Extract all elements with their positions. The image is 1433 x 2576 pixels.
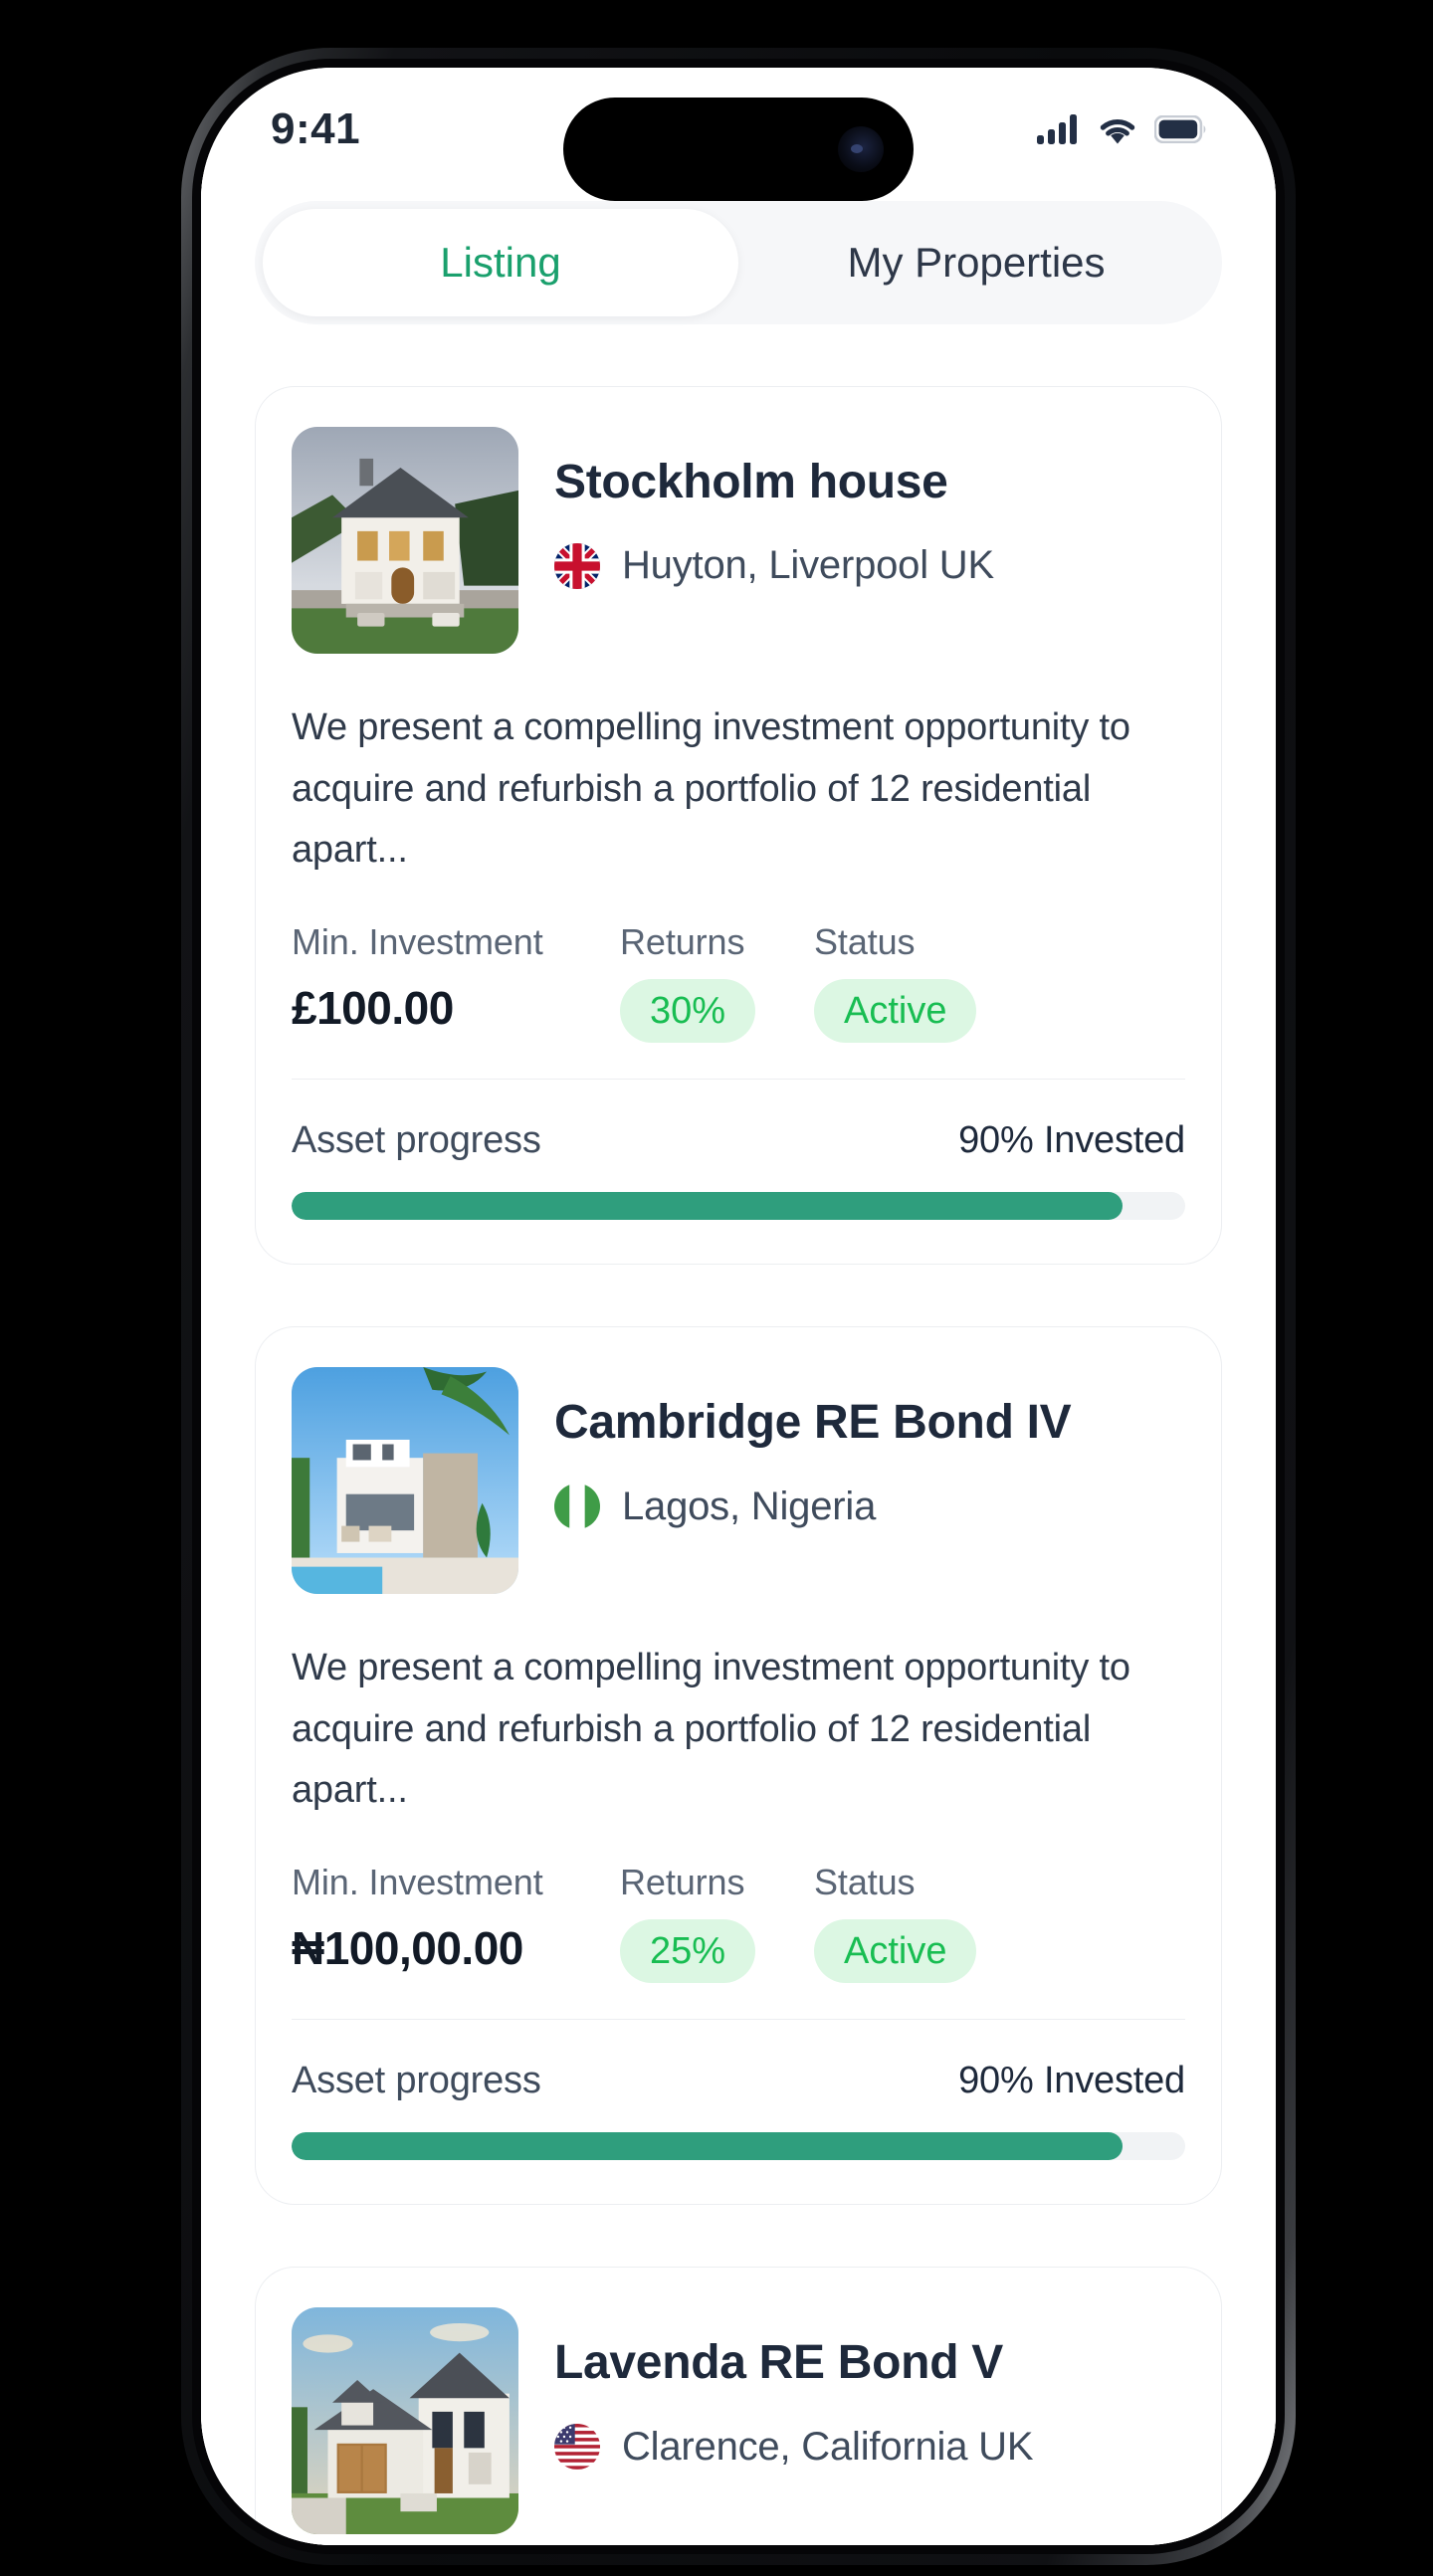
asset-progress-header: Asset progress 90% Invested — [292, 2060, 1185, 2102]
stat-status-label: Status — [814, 1861, 916, 1902]
battery-icon — [1154, 115, 1208, 143]
property-title: Stockholm house — [554, 456, 948, 508]
asset-progress-value: 90% Invested — [958, 1119, 1185, 1162]
property-location: Huyton, Liverpool UK — [554, 542, 1185, 589]
asset-progress-label: Asset progress — [292, 2060, 541, 2102]
property-stats: Min. Investment £100.00 Returns 30% Stat… — [292, 921, 1185, 1043]
phone-screen: 9:41 Listing My Properties Stockholm hou… — [201, 68, 1276, 2545]
tab-bar: Listing My Properties — [255, 201, 1222, 324]
status-badge: Active — [814, 1918, 977, 1983]
asset-progress-label: Asset progress — [292, 1119, 541, 1162]
returns-badge: 25% — [620, 1918, 756, 1983]
asset-progress-value: 90% Invested — [958, 2060, 1185, 2102]
stat-status-label: Status — [814, 920, 916, 962]
property-location-label: Huyton, Liverpool UK — [622, 543, 994, 588]
property-location-label: Lagos, Nigeria — [622, 1484, 877, 1528]
card-divider — [292, 2018, 1185, 2021]
property-location-label: Clarence, California UK — [622, 2424, 1034, 2469]
uk-flag-icon — [554, 542, 600, 589]
stat-min-investment-label: Min. Investment — [292, 1861, 543, 1902]
listing-card-header: Cambridge RE Bond IV Lagos, Nigeria — [292, 1367, 1185, 1595]
tab-listing[interactable]: Listing — [263, 209, 738, 316]
stat-min-investment-label: Min. Investment — [292, 920, 543, 962]
stat-min-investment-value: ₦100,00.00 — [292, 1921, 523, 1974]
property-thumbnail — [292, 1367, 518, 1595]
property-title: Lavenda RE Bond V — [554, 2336, 1003, 2390]
status-bar-icons — [1037, 114, 1208, 144]
front-camera-icon — [838, 126, 884, 172]
asset-progress-fill — [292, 1192, 1124, 1221]
tab-my-properties[interactable]: My Properties — [738, 209, 1214, 316]
listing-card-header: Stockholm house Huyton, Liverpool UK — [292, 427, 1185, 654]
property-thumbnail — [292, 427, 518, 654]
property-title: Cambridge RE Bond IV — [554, 1396, 1072, 1450]
asset-progress-bar — [292, 2132, 1185, 2161]
returns-badge: 30% — [620, 978, 756, 1043]
property-stats: Min. Investment ₦100,00.00 Returns 25% S… — [292, 1862, 1185, 1983]
listing-card[interactable]: Lavenda RE Bond V Clarence, California U… — [255, 2267, 1222, 2545]
wifi-icon — [1097, 114, 1138, 144]
stat-returns-label: Returns — [620, 920, 745, 962]
property-location: Lagos, Nigeria — [554, 1484, 1185, 1530]
listing-card[interactable]: Cambridge RE Bond IV Lagos, Nigeria We p… — [255, 1326, 1222, 2206]
listing-head-text: Stockholm house Huyton, Liverpool UK — [554, 427, 1185, 589]
stat-returns-label: Returns — [620, 1861, 745, 1902]
cellular-signal-icon — [1037, 114, 1081, 144]
status-badge: Active — [814, 978, 977, 1043]
stat-returns: Returns 25% — [620, 1862, 814, 1983]
property-location: Clarence, California UK — [554, 2424, 1185, 2471]
screenshot-stage: 9:41 Listing My Properties Stockholm hou… — [0, 0, 1433, 2576]
listing-card[interactable]: Stockholm house Huyton, Liverpool UK We … — [255, 386, 1222, 1266]
stat-returns: Returns 30% — [620, 921, 814, 1043]
asset-progress-bar — [292, 1192, 1185, 1221]
listing-scroll-area[interactable]: Listing My Properties Stockholm house Hu… — [201, 177, 1276, 2545]
stat-status: Status Active — [814, 920, 977, 1043]
listing-head-text: Lavenda RE Bond V Clarence, California U… — [554, 2307, 1185, 2471]
status-bar-time: 9:41 — [271, 104, 361, 153]
stat-min-investment: Min. Investment £100.00 — [292, 921, 620, 1035]
property-thumbnail — [292, 2307, 518, 2535]
asset-progress-fill — [292, 2132, 1124, 2161]
tab-listing-label: Listing — [440, 239, 561, 286]
listing-head-text: Cambridge RE Bond IV Lagos, Nigeria — [554, 1367, 1185, 1530]
stat-min-investment-value: £100.00 — [292, 981, 454, 1034]
status-bar: 9:41 — [201, 68, 1276, 201]
listing-card-header: Lavenda RE Bond V Clarence, California U… — [292, 2307, 1185, 2535]
usa-flag-icon — [554, 2424, 600, 2471]
property-description: We present a compelling investment oppor… — [292, 706, 1130, 872]
card-divider — [292, 1078, 1185, 1081]
app-screen: 9:41 Listing My Properties Stockholm hou… — [201, 68, 1276, 2545]
nigeria-flag-icon — [554, 1484, 600, 1530]
stat-status: Status Active — [814, 1861, 977, 1983]
tab-my-properties-label: My Properties — [847, 239, 1106, 286]
dynamic-island — [563, 98, 914, 201]
property-description: We present a compelling investment oppor… — [292, 1647, 1130, 1812]
asset-progress-header: Asset progress 90% Invested — [292, 1119, 1185, 1162]
stat-min-investment: Min. Investment ₦100,00.00 — [292, 1862, 620, 1975]
